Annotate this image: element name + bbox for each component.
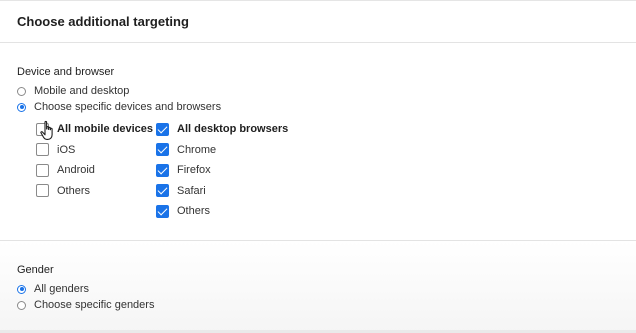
card-header: Choose additional targeting [0, 0, 636, 43]
targeting-card: Choose additional targeting Device and b… [0, 0, 636, 333]
checkbox-chrome[interactable]: Chrome [156, 140, 316, 161]
checkbox-desktop-others[interactable]: Others [156, 201, 316, 222]
radio-all-genders[interactable]: All genders [17, 281, 154, 297]
gender-options: Gender All genders Choose specific gende… [17, 264, 154, 313]
radio-label: Choose specific genders [34, 299, 155, 311]
checkbox-checked[interactable] [156, 122, 169, 136]
checkbox-label: All mobile devices [57, 123, 153, 136]
checkbox-checked[interactable] [156, 204, 169, 218]
checkbox-label: Chrome [177, 143, 217, 156]
device-browser-label: Device and browser [17, 66, 115, 78]
hand-pointer-icon [40, 120, 53, 140]
checkbox-all-desktop-browsers[interactable]: All desktop browsers [156, 119, 316, 140]
checkbox-checked[interactable] [156, 143, 169, 157]
checkbox-firefox[interactable]: Firefox [156, 160, 316, 181]
desktop-browsers-column: All desktop browsers Chrome Firefox Safa… [156, 119, 316, 222]
checkbox-label: Android [57, 164, 95, 177]
checkbox-checked[interactable] [156, 184, 169, 198]
radio-mobile-and-desktop[interactable]: Mobile and desktop [17, 83, 221, 99]
checkbox-safari[interactable]: Safari [156, 181, 316, 202]
checkbox-ios[interactable]: iOS [36, 140, 156, 161]
checkbox-label: Others [177, 205, 211, 218]
radio-label: All genders [34, 283, 90, 295]
radio-button[interactable] [17, 300, 26, 310]
checkbox-label: iOS [57, 143, 76, 156]
checkbox[interactable] [36, 184, 49, 198]
device-browser-section: Device and browser Mobile and desktop Ch… [17, 66, 221, 115]
device-checkbox-columns: All mobile devices iOS Android Others Al… [36, 119, 316, 222]
gender-section: Gender All genders Choose specific gende… [0, 241, 636, 333]
checkbox-android[interactable]: Android [36, 160, 156, 181]
radio-label: Mobile and desktop [34, 85, 130, 97]
checkbox-checked[interactable] [156, 163, 169, 177]
radio-button-selected[interactable] [17, 284, 26, 294]
radio-specific-devices[interactable]: Choose specific devices and browsers [17, 99, 221, 115]
checkbox[interactable] [36, 163, 49, 177]
gender-label: Gender [17, 264, 54, 276]
radio-label: Choose specific devices and browsers [34, 101, 222, 113]
checkbox[interactable] [36, 143, 49, 157]
radio-button-selected[interactable] [17, 102, 26, 112]
checkbox-mobile-others[interactable]: Others [36, 181, 156, 202]
checkbox-label: All desktop browsers [177, 123, 289, 136]
radio-button[interactable] [17, 86, 26, 96]
checkbox-label: Safari [177, 184, 206, 197]
checkbox-label: Others [57, 184, 91, 197]
page-title: Choose additional targeting [17, 14, 189, 29]
radio-specific-genders[interactable]: Choose specific genders [17, 297, 154, 313]
checkbox-label: Firefox [177, 164, 211, 177]
